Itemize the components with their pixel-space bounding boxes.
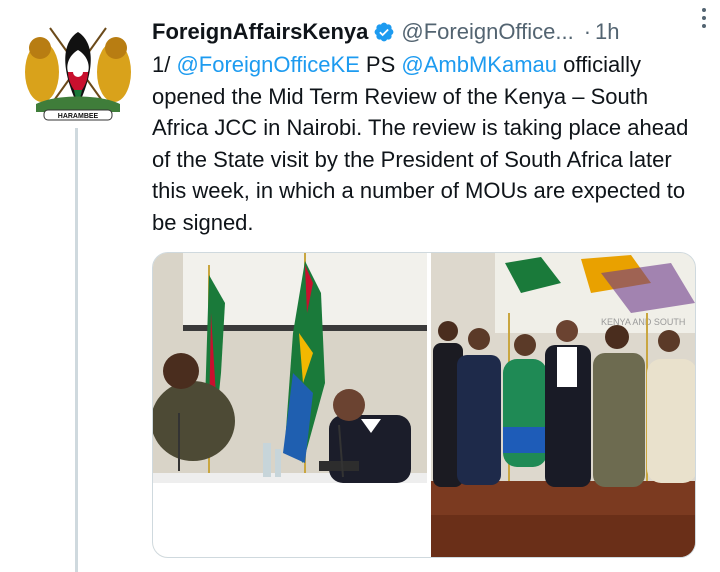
- tweet-prefix: 1/: [152, 52, 177, 77]
- kenya-coat-of-arms-icon: HARAMBEE: [25, 27, 131, 121]
- tweet-text: 1/ @ForeignOfficeKE PS @AmbMKamau offici…: [152, 49, 700, 238]
- mention-foreignofficeke[interactable]: @ForeignOfficeKE: [176, 52, 359, 77]
- mention-ambmkamau[interactable]: @AmbMKamau: [401, 52, 557, 77]
- display-name[interactable]: ForeignAffairsKenya: [152, 19, 368, 45]
- photo-group[interactable]: KENYA AND SOUTH: [431, 253, 695, 557]
- media-grid: KENYA AND SOUTH: [152, 252, 696, 558]
- tweet-body: officially opened the Mid Term Review of…: [152, 52, 689, 235]
- account-handle[interactable]: @ForeignOffice...: [401, 19, 573, 45]
- separator-dot: ·: [583, 19, 592, 44]
- more-options-icon[interactable]: [694, 4, 714, 32]
- thread-line: [75, 128, 78, 572]
- tweet-mid: PS: [359, 52, 402, 77]
- tweet-header: ForeignAffairsKenya @ForeignOffice... · …: [152, 14, 700, 50]
- timestamp[interactable]: 1h: [595, 19, 619, 45]
- photo-meeting[interactable]: [153, 253, 427, 557]
- svg-text:HARAMBEE: HARAMBEE: [58, 113, 99, 120]
- avatar[interactable]: HARAMBEE: [20, 20, 136, 124]
- verified-badge-icon: [374, 22, 394, 42]
